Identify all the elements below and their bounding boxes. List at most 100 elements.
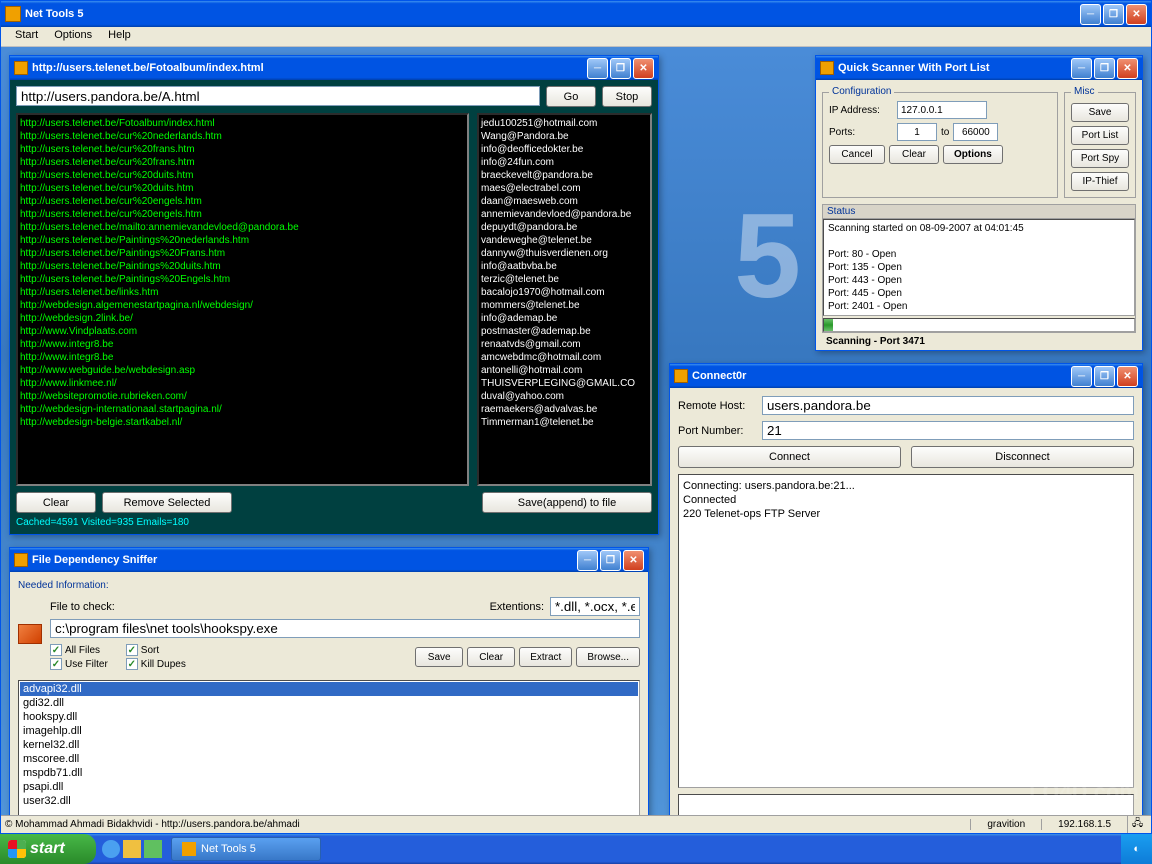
portlist-button[interactable]: Port List bbox=[1071, 126, 1129, 145]
email-item[interactable]: postmaster@ademap.be bbox=[481, 325, 648, 338]
url-item[interactable]: http://users.telenet.be/Paintings%20Fran… bbox=[20, 247, 465, 260]
minimize-button[interactable]: ─ bbox=[577, 550, 598, 571]
file-item[interactable]: hookspy.dll bbox=[20, 710, 638, 724]
url-item[interactable]: http://webdesign-internationaal.startpag… bbox=[20, 403, 465, 416]
email-item[interactable]: raemaekers@advalvas.be bbox=[481, 403, 648, 416]
url-item[interactable]: http://www.webguide.be/webdesign.asp bbox=[20, 364, 465, 377]
email-item[interactable]: Wang@Pandora.be bbox=[481, 130, 648, 143]
address-input[interactable] bbox=[16, 86, 540, 106]
close-button[interactable]: ✕ bbox=[623, 550, 644, 571]
status-output[interactable]: Scanning started on 08-09-2007 at 04:01:… bbox=[823, 219, 1135, 316]
file-item[interactable]: kernel32.dll bbox=[20, 738, 638, 752]
systray[interactable]: ◐ bbox=[1121, 834, 1152, 864]
fds-file-list[interactable]: advapi32.dllgdi32.dllhookspy.dllimagehlp… bbox=[18, 680, 640, 815]
close-button[interactable]: ✕ bbox=[1117, 58, 1138, 79]
close-button[interactable]: ✕ bbox=[1117, 366, 1138, 387]
chk-allfiles[interactable]: ✓All Files bbox=[50, 644, 108, 656]
options-button[interactable]: Options bbox=[943, 145, 1003, 164]
url-item[interactable]: http://websitepromotie.rubrieken.com/ bbox=[20, 390, 465, 403]
email-item[interactable]: terzic@telenet.be bbox=[481, 273, 648, 286]
chk-sort[interactable]: ✓Sort bbox=[126, 644, 186, 656]
path-input[interactable] bbox=[50, 619, 640, 638]
url-item[interactable]: http://www.Vindplaats.com bbox=[20, 325, 465, 338]
url-item[interactable]: http://webdesign-belgie.startkabel.nl/ bbox=[20, 416, 465, 429]
menu-start[interactable]: Start bbox=[7, 27, 46, 46]
connect-button[interactable]: Connect bbox=[678, 446, 901, 468]
email-item[interactable]: daan@maesweb.com bbox=[481, 195, 648, 208]
url-item[interactable]: http://users.telenet.be/cur%20duits.htm bbox=[20, 182, 465, 195]
stop-button[interactable]: Stop bbox=[602, 86, 652, 107]
file-item[interactable]: mspdb71.dll bbox=[20, 766, 638, 780]
explorer-icon[interactable] bbox=[123, 840, 141, 858]
disconnect-button[interactable]: Disconnect bbox=[911, 446, 1134, 468]
email-item[interactable]: antonelli@hotmail.com bbox=[481, 364, 648, 377]
file-item[interactable]: psapi.dll bbox=[20, 780, 638, 794]
clear-button[interactable]: Clear bbox=[467, 647, 515, 667]
save-button[interactable]: Save bbox=[1071, 103, 1129, 122]
url-item[interactable]: http://users.telenet.be/cur%20nederlands… bbox=[20, 130, 465, 143]
maximize-button[interactable]: ❐ bbox=[1094, 58, 1115, 79]
port-input[interactable] bbox=[762, 421, 1134, 440]
email-item[interactable]: depuydt@pandora.be bbox=[481, 221, 648, 234]
url-item[interactable]: http://users.telenet.be/cur%20frans.htm bbox=[20, 156, 465, 169]
connector-input[interactable] bbox=[678, 794, 1134, 815]
portspy-button[interactable]: Port Spy bbox=[1071, 149, 1129, 168]
url-item[interactable]: http://users.telenet.be/Paintings%20duit… bbox=[20, 260, 465, 273]
main-titlebar[interactable]: Net Tools 5 ─ ❐ ✕ bbox=[1, 1, 1151, 27]
crawler-titlebar[interactable]: http://users.telenet.be/Fotoalbum/index.… bbox=[10, 56, 658, 80]
email-item[interactable]: amcwebdmc@hotmail.com bbox=[481, 351, 648, 364]
maximize-button[interactable]: ❐ bbox=[610, 58, 631, 79]
email-list[interactable]: jedu100251@hotmail.comWang@Pandora.be inf… bbox=[477, 113, 652, 486]
start-button[interactable]: start bbox=[0, 834, 96, 864]
host-input[interactable] bbox=[762, 396, 1134, 415]
port-from-input[interactable] bbox=[897, 123, 937, 141]
save-append-button[interactable]: Save(append) to file bbox=[482, 492, 652, 513]
ie-icon[interactable] bbox=[102, 840, 120, 858]
port-to-input[interactable] bbox=[953, 123, 998, 141]
close-button[interactable]: ✕ bbox=[1126, 4, 1147, 25]
ip-input[interactable] bbox=[897, 101, 987, 119]
url-item[interactable]: http://webdesign.2link.be/ bbox=[20, 312, 465, 325]
clear-button[interactable]: Clear bbox=[889, 145, 939, 164]
email-item[interactable]: info@aatbvba.be bbox=[481, 260, 648, 273]
file-item[interactable]: gdi32.dll bbox=[20, 696, 638, 710]
connector-log[interactable]: Connecting: users.pandora.be:21...Connec… bbox=[678, 474, 1134, 788]
chk-usefilter[interactable]: ✓Use Filter bbox=[50, 658, 108, 670]
maximize-button[interactable]: ❐ bbox=[1094, 366, 1115, 387]
scanner-titlebar[interactable]: Quick Scanner With Port List ─ ❐ ✕ bbox=[816, 56, 1142, 80]
connector-titlebar[interactable]: Connect0r ─ ❐ ✕ bbox=[670, 364, 1142, 388]
email-item[interactable]: braeckevelt@pandora.be bbox=[481, 169, 648, 182]
email-item[interactable]: info@ademap.be bbox=[481, 312, 648, 325]
url-item[interactable]: http://users.telenet.be/links.htm bbox=[20, 286, 465, 299]
url-item[interactable]: http://webdesign.algemenestartpagina.nl/… bbox=[20, 299, 465, 312]
url-item[interactable]: http://users.telenet.be/Fotoalbum/index.… bbox=[20, 117, 465, 130]
url-item[interactable]: http://www.integr8.be bbox=[20, 338, 465, 351]
save-button[interactable]: Save bbox=[415, 647, 463, 667]
close-button[interactable]: ✕ bbox=[633, 58, 654, 79]
email-item[interactable]: renaatvds@gmail.com bbox=[481, 338, 648, 351]
email-item[interactable]: jedu100251@hotmail.com bbox=[481, 117, 648, 130]
remove-selected-button[interactable]: Remove Selected bbox=[102, 492, 232, 513]
clear-button[interactable]: Clear bbox=[16, 492, 96, 513]
email-item[interactable]: mommers@telenet.be bbox=[481, 299, 648, 312]
extract-button[interactable]: Extract bbox=[519, 647, 572, 667]
email-item[interactable]: annemievandevloed@pandora.be bbox=[481, 208, 648, 221]
file-item[interactable]: user32.dll bbox=[20, 794, 638, 808]
email-item[interactable]: info@24fun.com bbox=[481, 156, 648, 169]
url-list[interactable]: http://users.telenet.be/Fotoalbum/index.… bbox=[16, 113, 469, 486]
email-item[interactable]: duval@yahoo.com bbox=[481, 390, 648, 403]
chk-killdupes[interactable]: ✓Kill Dupes bbox=[126, 658, 186, 670]
minimize-button[interactable]: ─ bbox=[1071, 366, 1092, 387]
url-item[interactable]: http://www.integr8.be bbox=[20, 351, 465, 364]
email-item[interactable]: vandeweghe@telenet.be bbox=[481, 234, 648, 247]
browse-button[interactable]: Browse... bbox=[576, 647, 640, 667]
email-item[interactable]: Timmerman1@telenet.be bbox=[481, 416, 648, 429]
url-item[interactable]: http://users.telenet.be/cur%20engels.htm bbox=[20, 208, 465, 221]
url-item[interactable]: http://users.telenet.be/cur%20frans.htm bbox=[20, 143, 465, 156]
ipthief-button[interactable]: IP-Thief bbox=[1071, 172, 1129, 191]
media-icon[interactable] bbox=[144, 840, 162, 858]
url-item[interactable]: http://users.telenet.be/Paintings%20Enge… bbox=[20, 273, 465, 286]
url-item[interactable]: http://users.telenet.be/Paintings%20nede… bbox=[20, 234, 465, 247]
email-item[interactable]: bacalojo1970@hotmail.com bbox=[481, 286, 648, 299]
file-item[interactable]: imagehlp.dll bbox=[20, 724, 638, 738]
